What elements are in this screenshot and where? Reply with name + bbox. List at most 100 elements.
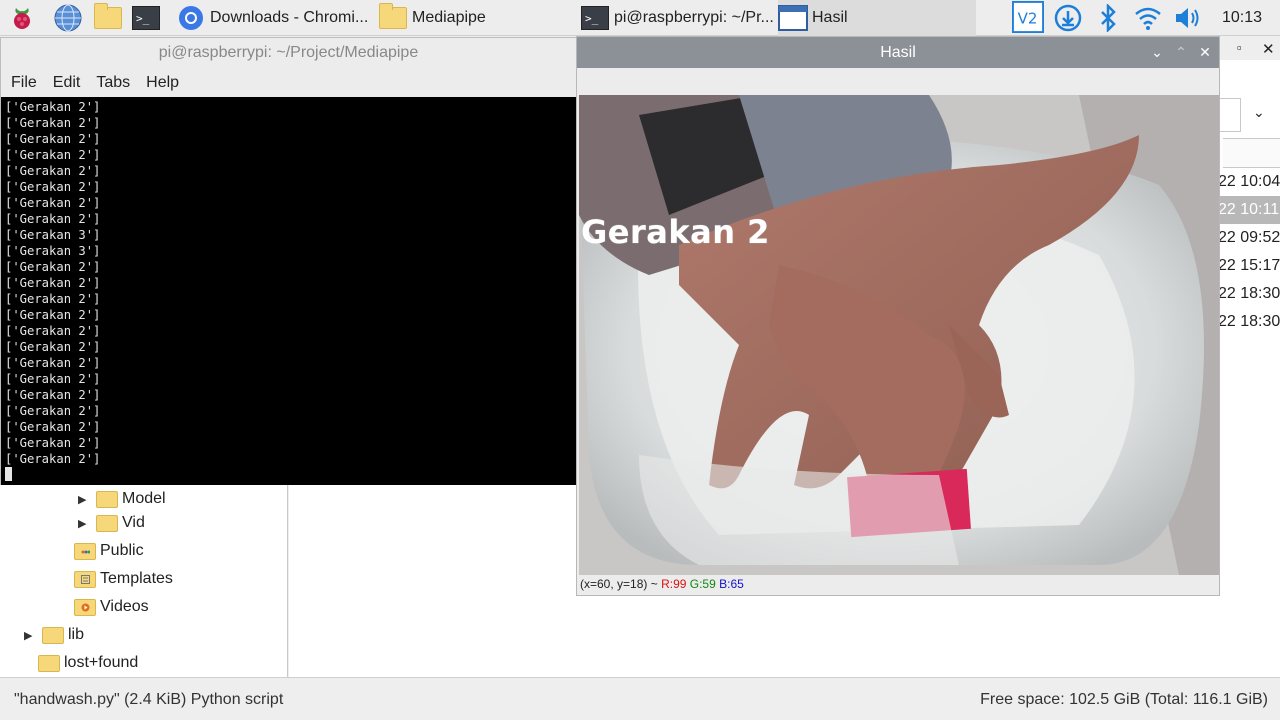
expand-arrow-icon[interactable]: ▶ [24, 629, 38, 642]
bluetooth-icon[interactable] [1092, 2, 1124, 34]
tree-item-label: lost+found [64, 654, 139, 671]
menu-tabs[interactable]: Tabs [96, 74, 130, 92]
gesture-label: Gerakan 2 [581, 213, 770, 251]
window-icon [778, 3, 808, 33]
window-title: Hasil [880, 44, 916, 61]
tree-item-templates[interactable]: Templates [74, 565, 173, 593]
web-browser-icon[interactable] [52, 2, 84, 34]
expand-arrow-icon[interactable]: ▶ [78, 517, 92, 530]
terminal-line: ['Gerakan 2'] [5, 308, 101, 322]
task-hasil[interactable]: Hasil [778, 0, 976, 36]
tree-item-label: Public [100, 542, 144, 559]
task-label: Downloads - Chromi... [210, 9, 369, 26]
raspberry-menu-icon[interactable] [6, 2, 38, 34]
folder-icon [96, 514, 118, 532]
terminal-line: ['Gerakan 2'] [5, 132, 101, 146]
task-label: pi@raspberrypi: ~/Pr... [614, 9, 774, 26]
pixel-info-bar: (x=60, y=18) ~ R:99 G:59 B:65 [580, 577, 744, 591]
terminal-line: ['Gerakan 3'] [5, 244, 101, 258]
maximize-icon[interactable]: ▫ [1237, 40, 1242, 55]
folder-icon [96, 490, 118, 508]
menu-help[interactable]: Help [146, 74, 179, 92]
terminal-title[interactable]: pi@raspberrypi: ~/Project/Mediapipe [1, 38, 576, 68]
terminal-line: ['Gerakan 2'] [5, 292, 101, 306]
terminal-line: ['Gerakan 2'] [5, 148, 101, 162]
close-icon[interactable]: ✕ [1262, 40, 1275, 58]
folder-icon [42, 626, 64, 644]
terminal-line: ['Gerakan 2'] [5, 356, 101, 370]
volume-icon[interactable] [1172, 2, 1204, 34]
pixel-blue: B:65 [719, 577, 744, 591]
terminal-line: ['Gerakan 2'] [5, 404, 101, 418]
column-header[interactable] [1223, 138, 1280, 168]
hasil-toolbar [577, 68, 1219, 95]
tree-item-label: Model [122, 490, 166, 507]
download-icon[interactable] [1052, 2, 1084, 34]
tree-item-lib[interactable]: ▶ lib [24, 621, 84, 649]
terminal-output[interactable]: ['Gerakan 2'] ['Gerakan 2'] ['Gerakan 2'] [… [1, 97, 577, 485]
pixel-green: G:59 [689, 577, 716, 591]
clock[interactable]: 10:13 [1222, 0, 1262, 36]
file-row-date[interactable]: 22 10:11 [1218, 196, 1280, 224]
terminal-line: ['Gerakan 2'] [5, 388, 101, 402]
task-chromium[interactable]: Downloads - Chromi... [176, 0, 372, 36]
file-manager-icon[interactable] [92, 2, 124, 34]
tree-item-label: Videos [100, 598, 149, 615]
file-row-date[interactable]: 22 18:30 [1218, 308, 1280, 336]
terminal-line: ['Gerakan 2'] [5, 436, 101, 450]
terminal-window: pi@raspberrypi: ~/Project/Mediapipe File… [0, 37, 577, 485]
hasil-titlebar[interactable]: Hasil ⌄ ⌃ ✕ [577, 37, 1219, 68]
tree-item-label: Vid [122, 514, 145, 531]
task-label: Mediapipe [412, 9, 486, 26]
tree-item-label: Templates [100, 570, 173, 587]
tree-item-public[interactable]: Public [74, 537, 144, 565]
vnc-icon[interactable]: V2 [1012, 1, 1044, 33]
terminal-line: ['Gerakan 2'] [5, 260, 101, 274]
status-left: "handwash.py" (2.4 KiB) Python script [14, 691, 284, 708]
terminal-line: ['Gerakan 2'] [5, 324, 101, 338]
chromium-icon [176, 3, 206, 33]
menu-edit[interactable]: Edit [53, 74, 81, 92]
terminal-line: ['Gerakan 2'] [5, 420, 101, 434]
tree-item-vid[interactable]: ▶ Vid [78, 509, 145, 537]
public-folder-icon [74, 542, 96, 560]
terminal-line: ['Gerakan 2'] [5, 372, 101, 386]
file-row-date[interactable]: 22 18:30 [1218, 280, 1280, 308]
terminal-line: ['Gerakan 2'] [5, 276, 101, 290]
pixel-coords: (x=60, y=18) ~ [580, 577, 658, 591]
status-right: Free space: 102.5 GiB (Total: 116.1 GiB) [980, 691, 1268, 708]
camera-frame[interactable]: Gerakan 2 [579, 95, 1219, 575]
menu-file[interactable]: File [11, 74, 37, 92]
file-row-date[interactable]: 22 09:52 [1218, 224, 1280, 252]
wifi-icon[interactable] [1132, 2, 1164, 34]
tree-item-lost-found[interactable]: lost+found [38, 649, 138, 677]
minimize-icon[interactable]: ⌄ [1147, 37, 1167, 68]
task-label: Hasil [812, 9, 848, 26]
file-row-date[interactable]: 22 10:04 [1218, 168, 1280, 196]
terminal-line: ['Gerakan 2'] [5, 340, 101, 354]
tree-item-videos[interactable]: Videos [74, 593, 149, 621]
terminal-line: ['Gerakan 2'] [5, 452, 101, 466]
close-icon[interactable]: ✕ [1195, 37, 1215, 68]
templates-folder-icon [74, 570, 96, 588]
maximize-icon[interactable]: ⌃ [1171, 37, 1191, 68]
path-input[interactable] [1219, 98, 1241, 132]
folder-tree: ▶ Model ▶ Vid Public Templates Videos ▶ … [0, 485, 288, 677]
task-mediapipe[interactable]: Mediapipe [378, 0, 574, 36]
terminal-line: ['Gerakan 2'] [5, 196, 101, 210]
terminal-line: ['Gerakan 2'] [5, 164, 101, 178]
camera-image [579, 95, 1219, 575]
hasil-window: Hasil ⌄ ⌃ ✕ Gerakan 2 (x=60, y=18) ~ R:9… [576, 36, 1220, 596]
terminal-line: ['Gerakan 2'] [5, 116, 101, 130]
terminal-cursor [5, 467, 12, 481]
terminal-line: ['Gerakan 2'] [5, 100, 101, 114]
task-terminal[interactable]: >_ pi@raspberrypi: ~/Pr... [580, 0, 776, 36]
videos-folder-icon [74, 598, 96, 616]
folder-icon [38, 654, 60, 672]
chevron-down-icon[interactable]: ⌄ [1253, 104, 1265, 121]
expand-arrow-icon[interactable]: ▶ [78, 493, 92, 506]
terminal-line: ['Gerakan 3'] [5, 228, 101, 242]
file-row-date[interactable]: 22 15:17 [1218, 252, 1280, 280]
svg-text:V2: V2 [1018, 10, 1038, 28]
terminal-launcher-icon[interactable]: >_ [130, 2, 162, 34]
